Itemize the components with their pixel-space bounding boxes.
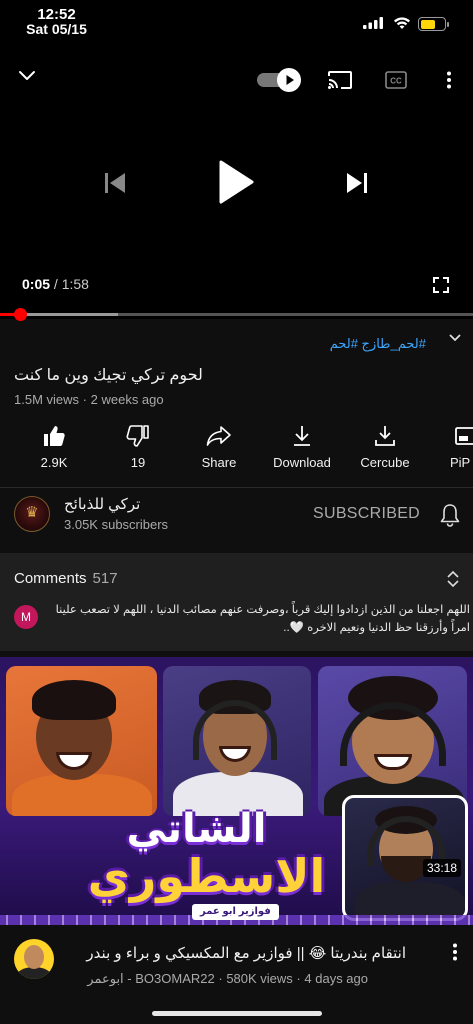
svg-text:CC: CC [390,77,402,86]
top-comment-text: اللهم اجعلنا من الذين ازدادوا إليك قرباً… [55,604,470,634]
playback-time: 0:05 / 1:58 [22,276,89,292]
next-video-title[interactable]: انتقام بندريتا 😂 || فوازير مع المكسيكي و… [66,944,406,962]
captions-icon[interactable]: CC [385,71,407,89]
skip-previous-icon[interactable] [104,172,126,194]
video-title[interactable]: لحوم تركي تجيك وين ما كنت [14,365,203,385]
autoplay-toggle[interactable] [257,68,301,92]
cast-icon[interactable] [327,70,353,90]
duration-badge: 33:18 [423,859,462,877]
pip-icon [455,427,473,445]
view-count: 1.5M views [14,392,80,407]
more-vertical-icon[interactable] [452,943,458,961]
cercube-icon [375,426,395,446]
cercube-button[interactable]: Cercube [357,424,413,470]
action-bar: 2.9K 19 Share Download Cercube PiP [0,424,473,474]
share-button[interactable]: Share [193,424,245,470]
more-vertical-icon[interactable] [446,71,452,89]
status-date: Sat 05/15 [26,21,87,37]
channel-name[interactable]: تركي للذبائح [64,495,140,513]
channel-avatar[interactable] [14,496,50,532]
next-video-thumbnail[interactable]: الشاتي الاسطوري فوازير ابو عمر 33:18 [0,657,473,925]
like-icon [44,426,65,446]
skip-next-icon[interactable] [346,172,368,194]
bell-icon[interactable] [440,503,460,527]
thumbnail-person-frame [163,666,311,816]
subscribed-button[interactable]: SUBSCRIBED [313,505,420,523]
battery-level-fill [420,19,436,29]
current-time: 0:05 [22,276,51,292]
thumbnail-badge: فوازير ابو عمر [192,904,279,920]
commenter-avatar: M [14,605,38,629]
chevron-down-icon[interactable] [18,70,36,82]
autoplay-toggle-icon [277,68,301,92]
video-duration: 1:58 [61,276,89,292]
thumbnail-person-frame [342,795,468,921]
channel-row[interactable]: تركي للذبائح 3.05K subscribers SUBSCRIBE… [0,489,473,545]
divider [0,487,473,488]
share-icon [206,426,231,446]
expand-icon[interactable] [446,570,460,588]
comments-heading: Comments 517 [14,570,118,587]
next-video-meta: ابوعمر - BO3OMAR22 · 580K views · 4 days… [87,971,368,986]
next-video-info[interactable]: انتقام بندريتا 😂 || فوازير مع المكسيكي و… [0,925,473,1005]
cellular-signal-icon [363,17,383,29]
next-video-views: 580K views [226,971,293,986]
fullscreen-icon[interactable] [433,277,449,293]
battery-icon [418,17,449,31]
pip-button[interactable]: PiP [450,424,473,470]
dislike-icon [126,425,149,447]
status-bar: 12:52 Sat 05/15 [0,0,473,44]
chevron-down-icon[interactable] [448,333,462,343]
wifi-icon [394,17,410,29]
play-icon[interactable] [218,160,254,204]
video-player[interactable]: CC 0:05 / 1:58 [0,44,473,321]
home-indicator[interactable] [152,1011,322,1016]
next-video-channel: ابوعمر - BO3OMAR22 [87,971,215,986]
comments-panel[interactable]: Comments 517 M اللهم اجعلنا من الذين ازدا… [0,553,473,651]
progress-scrubber[interactable] [13,308,27,321]
download-icon [294,426,310,446]
thumbnail-person-frame [318,666,467,816]
download-button[interactable]: Download [268,424,336,470]
next-channel-avatar[interactable] [14,939,54,979]
progress-bar[interactable] [0,308,473,321]
video-hashtags[interactable]: #لحم_طازج #لحم [330,336,426,352]
next-video-age: 4 days ago [304,971,368,986]
subscriber-count: 3.05K subscribers [64,517,169,532]
like-button[interactable]: 2.9K [28,424,80,470]
video-meta: 1.5M views · 2 weeks ago [14,392,164,407]
thumbnail-person-frame [6,666,157,816]
dislike-button[interactable]: 19 [112,424,164,470]
comments-count: 517 [92,570,118,587]
upload-age: 2 weeks ago [90,392,164,407]
